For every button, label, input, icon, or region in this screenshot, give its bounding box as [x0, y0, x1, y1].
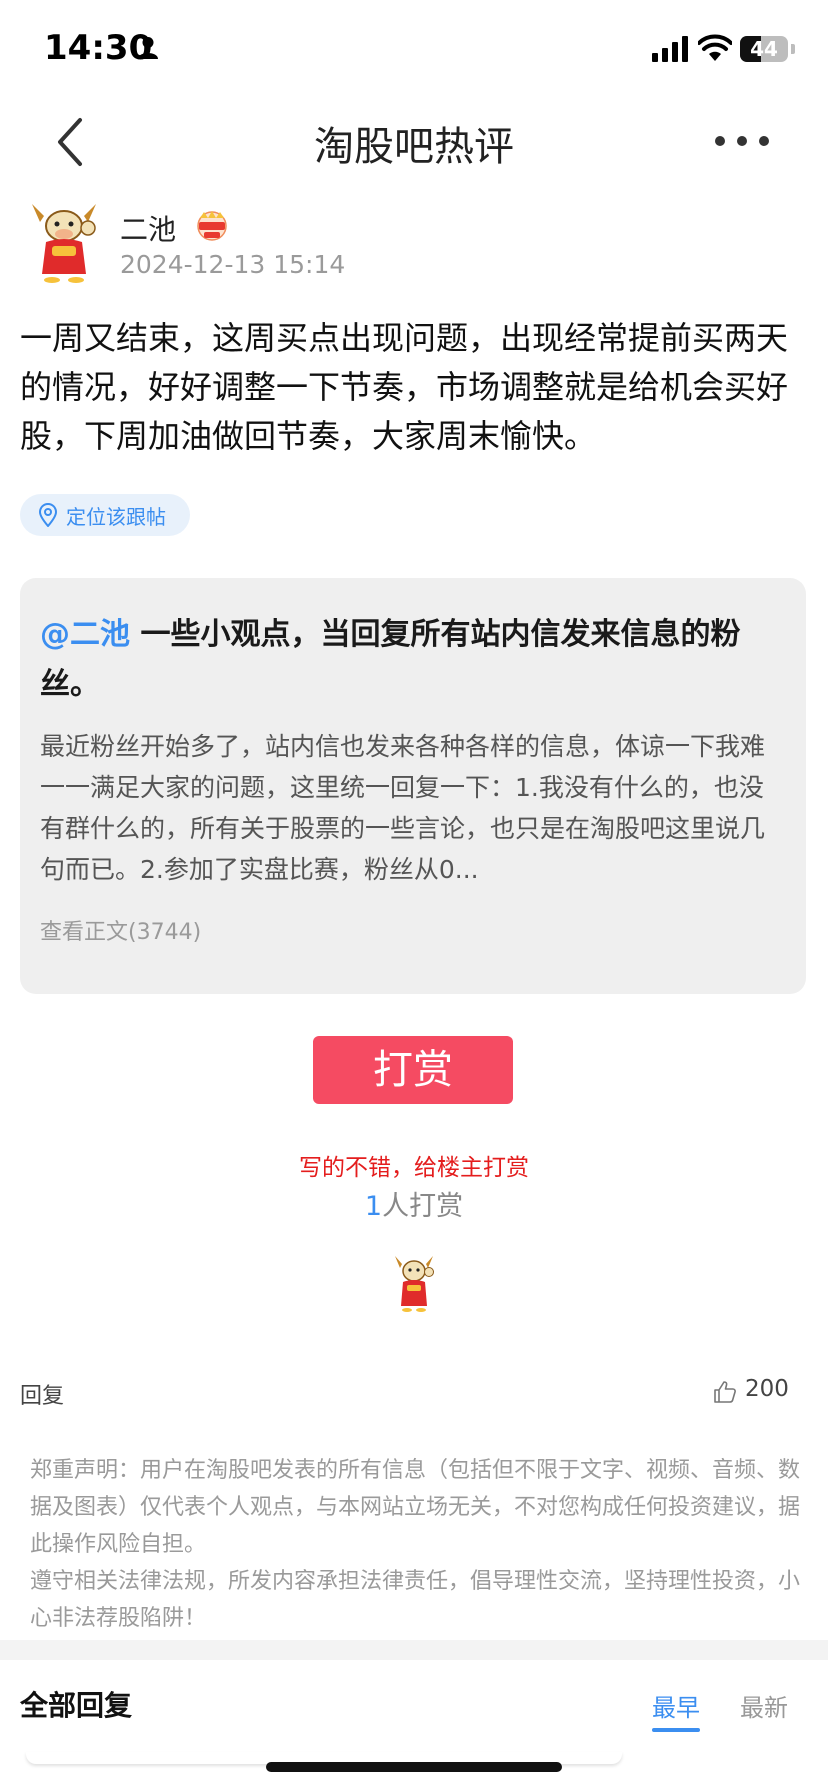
- status-time: 14:30: [44, 28, 153, 68]
- tipper-avatar[interactable]: [390, 1254, 438, 1314]
- tip-count: 1人打赏: [0, 1184, 828, 1223]
- view-full-text-link[interactable]: 查看正文(3744): [40, 914, 201, 946]
- battery-percent: 44: [750, 37, 778, 61]
- wifi-icon: [698, 34, 732, 61]
- disclaimer-statement: 郑重声明：用户在淘股吧发表的所有信息（包括但不限于文字、视频、音频、数据及图表）…: [30, 1458, 801, 1557]
- more-options-icon[interactable]: [712, 130, 772, 152]
- quoted-post-excerpt-text: 最近粉丝开始多了，站内信也发来各种各样的信息，体谅一下我难一一满足大家的问题，这…: [40, 732, 766, 884]
- quoted-post-excerpt: 最近粉丝开始多了，站内信也发来各种各样的信息，体谅一下我难一一满足大家的问题，这…: [40, 726, 786, 890]
- author-badge-icon: [197, 211, 227, 241]
- quoted-post-title-text: 一些小观点，当回复所有站内信发来信息的粉丝。: [40, 617, 741, 702]
- sort-tab-latest[interactable]: 最新: [740, 1688, 788, 1723]
- author-mention[interactable]: @二池: [40, 617, 130, 652]
- quoted-post-card[interactable]: @二池 一些小观点，当回复所有站内信发来信息的粉丝。 最近粉丝开始多了，站内信也…: [20, 578, 806, 994]
- active-sort-indicator: [652, 1728, 700, 1732]
- like-count[interactable]: 200: [745, 1376, 789, 1402]
- reply-button[interactable]: 回复: [20, 1378, 64, 1410]
- status-bar: 14:30 44: [0, 0, 828, 96]
- page-title: 淘股吧热评: [314, 124, 514, 170]
- battery-tip: [791, 44, 795, 54]
- tip-count-suffix: 人打赏: [382, 1191, 464, 1222]
- person-icon: [138, 37, 158, 59]
- cellular-signal-icon: [652, 36, 688, 62]
- all-replies-title: 全部回复: [20, 1689, 133, 1722]
- replies-section: 全部回复 最早 最新: [0, 1660, 828, 1792]
- tip-count-number: 1: [364, 1191, 383, 1222]
- section-divider: [0, 1640, 828, 1660]
- locate-post-button[interactable]: 定位该跟帖: [20, 494, 190, 536]
- author-name[interactable]: 二池: [120, 208, 176, 248]
- locate-post-label: 定位该跟帖: [66, 504, 166, 529]
- nav-bar: 淘股吧热评: [0, 96, 828, 186]
- post-timestamp: 2024-12-13 15:14: [120, 250, 346, 279]
- post-header: 二池 2024-12-13 15:14: [0, 198, 828, 288]
- disclaimer-rules: 遵守相关法律法规，所发内容承担法律责任，倡导理性交流，坚持理性投资，小心非法荐股…: [30, 1569, 801, 1631]
- author-avatar[interactable]: [24, 202, 104, 284]
- post-body: 一周又结束，这周买点出现问题，出现经常提前买两天的情况，好好调整一下节奏，市场调…: [20, 319, 789, 455]
- home-indicator[interactable]: [266, 1762, 562, 1772]
- sort-tab-earliest[interactable]: 最早: [652, 1688, 700, 1723]
- disclaimer: 郑重声明：用户在淘股吧发表的所有信息（包括但不限于文字、视频、音频、数据及图表）…: [30, 1452, 802, 1637]
- thumbs-up-icon[interactable]: [713, 1380, 737, 1404]
- tip-prompt: 写的不错，给楼主打赏: [299, 1155, 529, 1181]
- battery-icon: 44: [740, 36, 788, 62]
- location-pin-icon: [38, 503, 58, 527]
- tip-button[interactable]: 打赏: [313, 1036, 513, 1104]
- quoted-post-title: @二池 一些小观点，当回复所有站内信发来信息的粉丝。: [40, 610, 786, 710]
